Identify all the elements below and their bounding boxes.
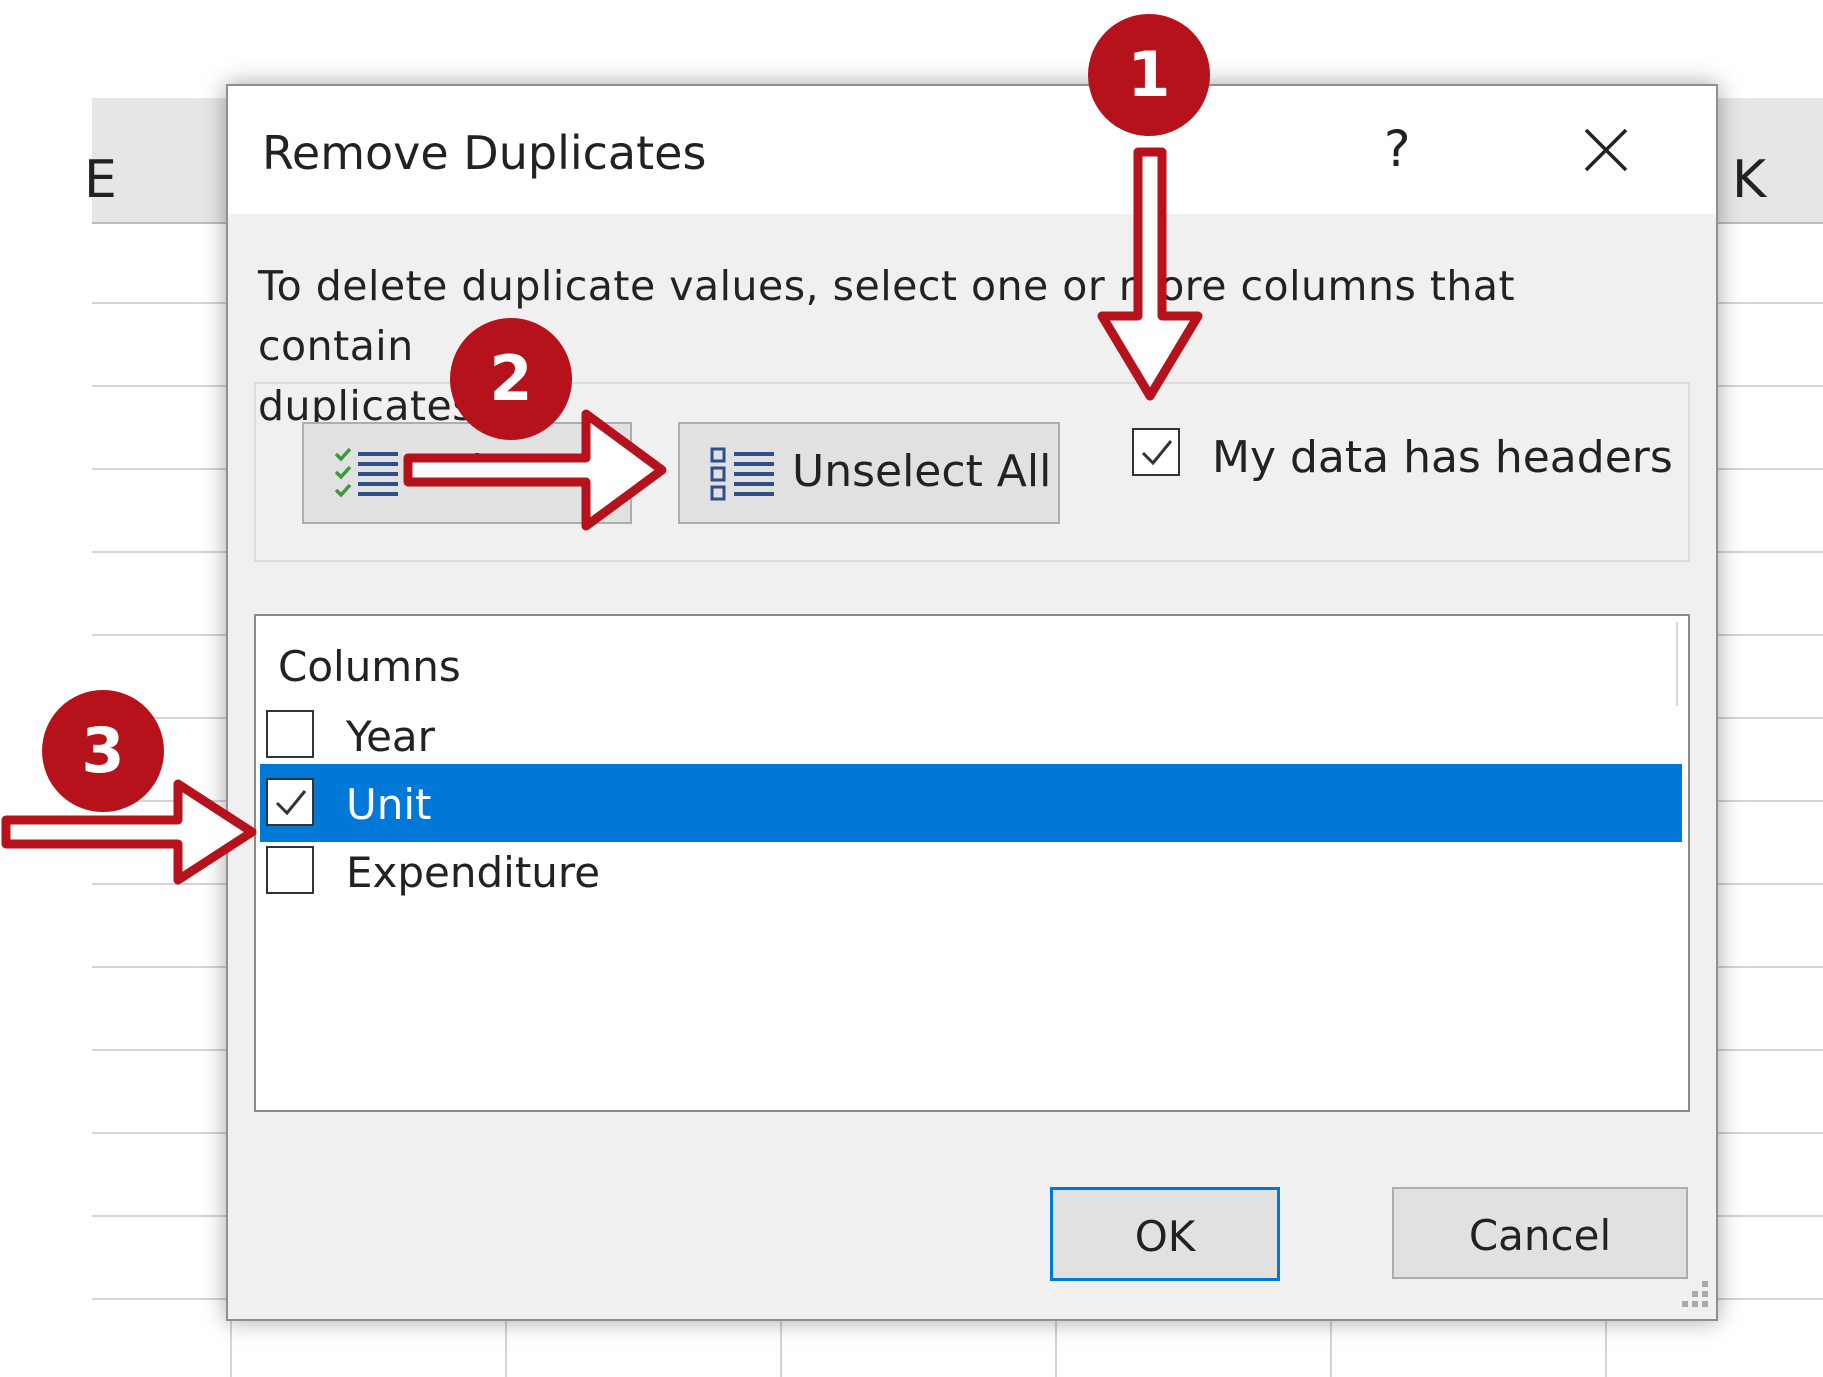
column-checkbox-expenditure[interactable]	[266, 846, 314, 894]
select-all-button[interactable]: Select All	[302, 422, 632, 524]
help-button[interactable]: ?	[1384, 120, 1411, 178]
column-gridline	[1055, 1316, 1057, 1377]
ok-button[interactable]: OK	[1050, 1187, 1280, 1281]
column-row-expenditure[interactable]: Expenditure	[260, 832, 1682, 910]
column-label-unit: Unit	[346, 780, 432, 829]
ok-label: OK	[1134, 1212, 1196, 1261]
list-scrollbar[interactable]	[1676, 622, 1678, 706]
unselect-all-button[interactable]: Unselect All	[678, 422, 1060, 524]
remove-duplicates-dialog: Remove Duplicates ? To delete duplicate …	[226, 84, 1718, 1321]
checkmark-icon	[1141, 440, 1173, 466]
dialog-titlebar[interactable]: Remove Duplicates ?	[228, 86, 1716, 214]
cancel-label: Cancel	[1468, 1211, 1612, 1260]
select-all-icon	[334, 447, 398, 498]
cancel-button[interactable]: Cancel	[1392, 1187, 1688, 1279]
unselect-all-label: Unselect All	[792, 446, 1052, 497]
column-label-expenditure: Expenditure	[346, 848, 601, 897]
checkmark-icon	[275, 790, 307, 816]
column-row-unit[interactable]: Unit	[260, 764, 1682, 842]
column-letter-e[interactable]: E	[84, 150, 117, 210]
annotation-badge-3: 3	[42, 690, 164, 812]
annotation-badge-1: 1	[1088, 14, 1210, 136]
column-checkbox-unit[interactable]	[266, 778, 314, 826]
column-gridline	[1330, 1316, 1332, 1377]
resize-grip-icon[interactable]	[1672, 1275, 1712, 1315]
unselect-all-icon	[710, 447, 774, 501]
column-gridline	[780, 1316, 782, 1377]
column-letter-k[interactable]: K	[1732, 150, 1766, 210]
select-all-label: Select All	[416, 446, 621, 497]
column-gridline	[230, 1316, 232, 1377]
close-icon	[1584, 128, 1628, 172]
close-button[interactable]	[1582, 126, 1630, 174]
columns-header: Columns	[278, 642, 461, 691]
column-row-year[interactable]: Year	[260, 696, 1682, 774]
column-gridline	[505, 1316, 507, 1377]
dialog-title: Remove Duplicates	[262, 126, 707, 180]
column-label-year: Year	[346, 712, 435, 761]
headers-checkbox[interactable]	[1132, 428, 1180, 476]
annotation-badge-2: 2	[450, 318, 572, 440]
column-gridline	[1605, 1316, 1607, 1377]
columns-listbox[interactable]: Columns Year Unit Expenditure	[254, 614, 1690, 1112]
column-checkbox-year[interactable]	[266, 710, 314, 758]
headers-checkbox-label[interactable]: My data has headers	[1212, 432, 1673, 483]
